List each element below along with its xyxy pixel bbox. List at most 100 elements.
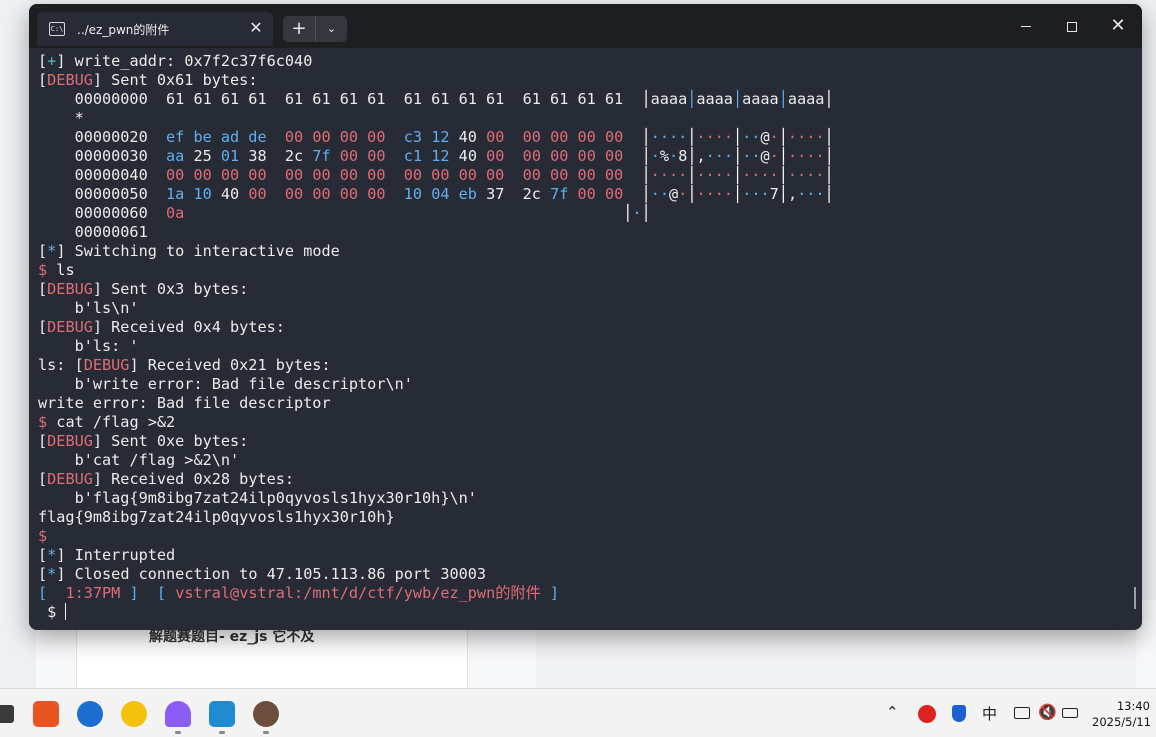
clock[interactable]: 13:40 2025/5/11 xyxy=(1092,698,1151,730)
terminal-text: cat /flag >&2 xyxy=(56,413,176,431)
terminal-line: 00000020 ef be ad de 00 00 00 00 c3 12 4… xyxy=(38,128,1128,147)
terminal-text: b'flag{9m8ibg7zat24ilp0qyvosls1hyx30r10h… xyxy=(38,489,477,507)
terminal-text: │ xyxy=(733,147,743,165)
terminal-text: │ xyxy=(778,166,788,184)
terminal-text: │ xyxy=(641,185,651,203)
terminal-tab[interactable]: C:\ ../ez_pwn的附件 ✕ xyxy=(37,12,273,46)
close-window-button[interactable]: ✕ xyxy=(1095,10,1141,42)
terminal-text: │ xyxy=(778,128,788,146)
maximize-button[interactable] xyxy=(1049,10,1095,42)
terminal-text: [ xyxy=(38,318,48,336)
monitor-icon[interactable] xyxy=(1014,707,1030,719)
terminal-line: * xyxy=(38,109,1128,128)
terminal-text: · xyxy=(678,185,688,203)
terminal-text: @ xyxy=(760,128,770,146)
terminal-text: ···· xyxy=(788,147,825,165)
terminal-text: │ xyxy=(824,185,834,203)
terminal-text: ls xyxy=(56,261,75,279)
terminal-text: DEBUG xyxy=(47,318,93,336)
terminal-line: $ cat /flag >&2 xyxy=(38,413,1128,432)
terminal-text: b'ls: ' xyxy=(38,337,139,355)
new-tab-button[interactable]: + xyxy=(283,16,315,42)
shield-icon[interactable] xyxy=(952,705,966,722)
terminal-text: * xyxy=(38,109,84,127)
terminal-text: 00000050 xyxy=(38,185,167,203)
clock-time: 13:40 xyxy=(1116,699,1150,713)
antivirus-icon[interactable] xyxy=(918,705,936,723)
terminal-text: │ xyxy=(641,204,651,222)
terminal-text: 1:37PM xyxy=(65,584,121,602)
volume-muted-icon[interactable]: 🔇 xyxy=(1038,703,1057,721)
chevron-up-icon[interactable]: ⌃ xyxy=(886,703,899,721)
terminal-text: 40 xyxy=(458,128,487,146)
avatar-icon[interactable] xyxy=(253,701,279,727)
terminal-text: ·· xyxy=(742,147,761,165)
terminal-text: │ xyxy=(641,147,651,165)
yellow-app-icon[interactable] xyxy=(121,701,147,727)
terminal-line: 00000061 xyxy=(38,223,1128,242)
terminal-text: 00000000 61 61 61 61 61 61 61 61 61 61 6… xyxy=(38,90,642,108)
ubuntu-icon[interactable] xyxy=(33,701,59,727)
terminal-text: aaaa xyxy=(650,90,688,108)
close-tab-icon[interactable]: ✕ xyxy=(247,19,265,37)
terminal-text: ··· xyxy=(797,185,825,203)
terminal-text: b'cat /flag >&2\n' xyxy=(38,451,240,469)
terminal-text: [ xyxy=(38,584,66,602)
vscode-icon[interactable] xyxy=(209,701,235,727)
terminal-text: b'write error: Bad file descriptor\n' xyxy=(38,375,413,393)
terminal-text: c1 12 xyxy=(403,147,459,165)
terminal-line: 00000040 00 00 00 00 00 00 00 00 00 00 0… xyxy=(38,166,1128,185)
terminal-line: $ xyxy=(38,603,1128,622)
ime-indicator[interactable]: 中 xyxy=(982,703,997,724)
terminal-text: 00 00 00 00 00 xyxy=(486,147,642,165)
terminal-text: 7 xyxy=(769,185,779,203)
terminal-text: 40 xyxy=(458,147,487,165)
terminal-text: ···· xyxy=(696,185,734,203)
terminal-text: ] Switching to interactive mode xyxy=(56,242,340,260)
terminal-output[interactable]: [+] write_addr: 0x7f2c37f6c040 [DEBUG] Se… xyxy=(38,52,1128,626)
terminal-text: ] Sent 0x3 bytes: xyxy=(92,280,249,298)
terminal-text: vstral@vstral:/mnt/d/ctf/ywb/ez_pwn的附件 xyxy=(175,584,541,602)
terminal-text: 00 00 00 00 00 xyxy=(486,128,642,146)
terminal-text: [ xyxy=(38,565,48,583)
terminal-line: [DEBUG] Received 0x28 bytes: xyxy=(38,470,1128,489)
terminal-text: 00 00 00 00 xyxy=(284,128,404,146)
terminal-text: aaaa xyxy=(696,90,733,108)
terminal-text: 00000061 xyxy=(38,223,148,241)
terminal-text: [ xyxy=(38,432,48,450)
terminal-text: * xyxy=(47,565,57,583)
terminal-text: 10 04 eb xyxy=(403,185,487,203)
start-icon[interactable] xyxy=(0,705,14,723)
scrollbar[interactable] xyxy=(1134,587,1136,609)
terminal-text: · xyxy=(650,147,660,165)
terminal-text: b'ls\n' xyxy=(38,299,139,317)
terminal-text: , xyxy=(787,185,798,203)
terminal-text: · xyxy=(632,204,642,222)
terminal-text: ] Sent 0x61 bytes: xyxy=(92,71,258,89)
terminal-text: DEBUG xyxy=(47,432,93,450)
terminal-text: $ xyxy=(38,261,57,279)
terminal-text: ··· xyxy=(742,185,770,203)
terminal-text: [ xyxy=(38,52,48,70)
minimize-button[interactable] xyxy=(1003,10,1049,42)
battery-icon[interactable] xyxy=(1062,708,1078,718)
terminal-text: │ xyxy=(641,166,651,184)
terminal-text: 00 00 xyxy=(577,185,642,203)
terminal-text: [ xyxy=(38,71,48,89)
title-bar[interactable]: C:\ ../ez_pwn的附件 ✕ + ⌄ ✕ xyxy=(29,4,1142,48)
v-app-icon[interactable] xyxy=(77,701,103,727)
terminal-text: │ xyxy=(778,90,788,108)
terminal-text: 38 2c xyxy=(248,147,313,165)
chevron-down-icon[interactable]: ⌄ xyxy=(315,16,347,42)
terminal-line: b'ls: ' xyxy=(38,337,1128,356)
tab-actions: + ⌄ xyxy=(283,16,347,42)
terminal-line: [ 1:37PM ] [ vstral@vstral:/mnt/d/ctf/yw… xyxy=(38,584,1128,603)
terminal-line: $ xyxy=(38,527,1128,546)
terminal-text: [ xyxy=(38,470,48,488)
terminal-text: │ xyxy=(824,128,834,146)
terminal-text: 00000020 xyxy=(38,128,167,146)
terminal-text: │ xyxy=(732,90,743,108)
purple-app-icon[interactable] xyxy=(165,701,191,727)
terminal-line: [*] Closed connection to 47.105.113.86 p… xyxy=(38,565,1128,584)
